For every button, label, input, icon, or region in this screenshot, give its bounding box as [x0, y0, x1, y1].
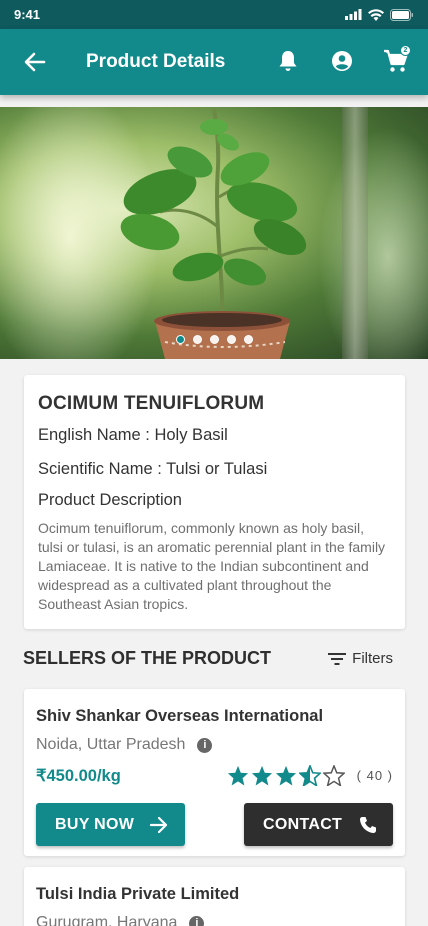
seller-name: Tulsi India Private Limited: [36, 885, 240, 903]
product-description: Ocimum tenuiflorum, commonly known as ho…: [38, 520, 386, 612]
page-title: Product Details: [86, 51, 226, 72]
seller-rating: ( 40 ): [227, 765, 393, 786]
arrow-left-icon: [24, 52, 46, 72]
product-english-name: English Name : Holy Basil: [38, 426, 228, 444]
status-time: 9:41: [14, 7, 41, 22]
sellers-section-header: SELLERS OF THE PRODUCT Filters: [23, 648, 405, 669]
carousel-dot[interactable]: [244, 335, 253, 344]
filters-button[interactable]: Filters: [328, 650, 393, 667]
wifi-icon: [368, 8, 384, 21]
product-description-title: Product Description: [38, 491, 182, 509]
product-name: OCIMUM TENUIFLORUM: [38, 393, 265, 414]
carousel-dot[interactable]: [176, 335, 185, 344]
status-icons: [345, 8, 414, 21]
app-bar: Product Details 2: [0, 29, 428, 95]
app-bar-actions: 2: [272, 43, 412, 79]
arrow-right-icon: [149, 816, 168, 833]
seller-location-row: Noida, Uttar Pradesh i: [36, 736, 393, 754]
rating-count: ( 40 ): [356, 768, 393, 783]
product-scientific-name: Scientific Name : Tulsi or Tulasi: [38, 460, 268, 478]
signal-icon: [345, 9, 362, 20]
seller-location: Noida, Uttar Pradesh: [36, 736, 186, 753]
seller-name: Shiv Shankar Overseas International: [36, 707, 324, 725]
account-circle-icon: [332, 51, 352, 71]
status-bar: 9:41: [0, 0, 428, 29]
info-icon[interactable]: i: [197, 737, 213, 753]
star-half-icon: [298, 765, 321, 786]
notifications-button[interactable]: [272, 43, 304, 79]
star-empty-icon: [322, 765, 345, 786]
seller-location-row: Gurugram, Haryana i: [36, 914, 393, 926]
product-image-carousel[interactable]: [0, 107, 428, 359]
carousel-dot[interactable]: [210, 335, 219, 344]
seller-location: Gurugram, Haryana: [36, 914, 178, 926]
back-button[interactable]: [18, 45, 52, 79]
carousel-dot[interactable]: [227, 335, 236, 344]
filters-label: Filters: [352, 650, 393, 667]
contact-label: CONTACT: [263, 815, 343, 833]
cart-count-badge: 2: [400, 45, 411, 56]
product-info-card: OCIMUM TENUIFLORUM English Name : Holy B…: [24, 375, 405, 629]
battery-icon: [390, 8, 413, 21]
cart-button[interactable]: 2: [380, 43, 412, 79]
account-button[interactable]: [326, 43, 358, 79]
star-filled-icon: [251, 765, 272, 786]
sellers-title: SELLERS OF THE PRODUCT: [23, 648, 272, 668]
contact-button[interactable]: CONTACT: [244, 803, 393, 846]
price-rating-row: ₹450.00/kg ( 40 ): [36, 765, 393, 786]
tulsi-plant-image: [120, 108, 307, 359]
star-filled-icon: [227, 765, 248, 786]
seller-price: ₹450.00/kg: [36, 766, 121, 785]
carousel-dot[interactable]: [193, 335, 202, 344]
bell-icon: [279, 50, 297, 71]
buy-now-button[interactable]: BUY NOW: [36, 803, 185, 846]
phone-icon: [360, 816, 376, 833]
seller-card: Shiv Shankar Overseas International Noid…: [24, 689, 405, 856]
seller-actions: BUY NOW CONTACT: [36, 803, 393, 846]
star-filled-icon: [275, 765, 296, 786]
seller-card: Tulsi India Private Limited Gurugram, Ha…: [24, 867, 405, 926]
buy-now-label: BUY NOW: [55, 815, 135, 833]
carousel-dots: [176, 335, 253, 344]
filter-icon: [328, 652, 347, 665]
info-icon[interactable]: i: [189, 915, 205, 926]
